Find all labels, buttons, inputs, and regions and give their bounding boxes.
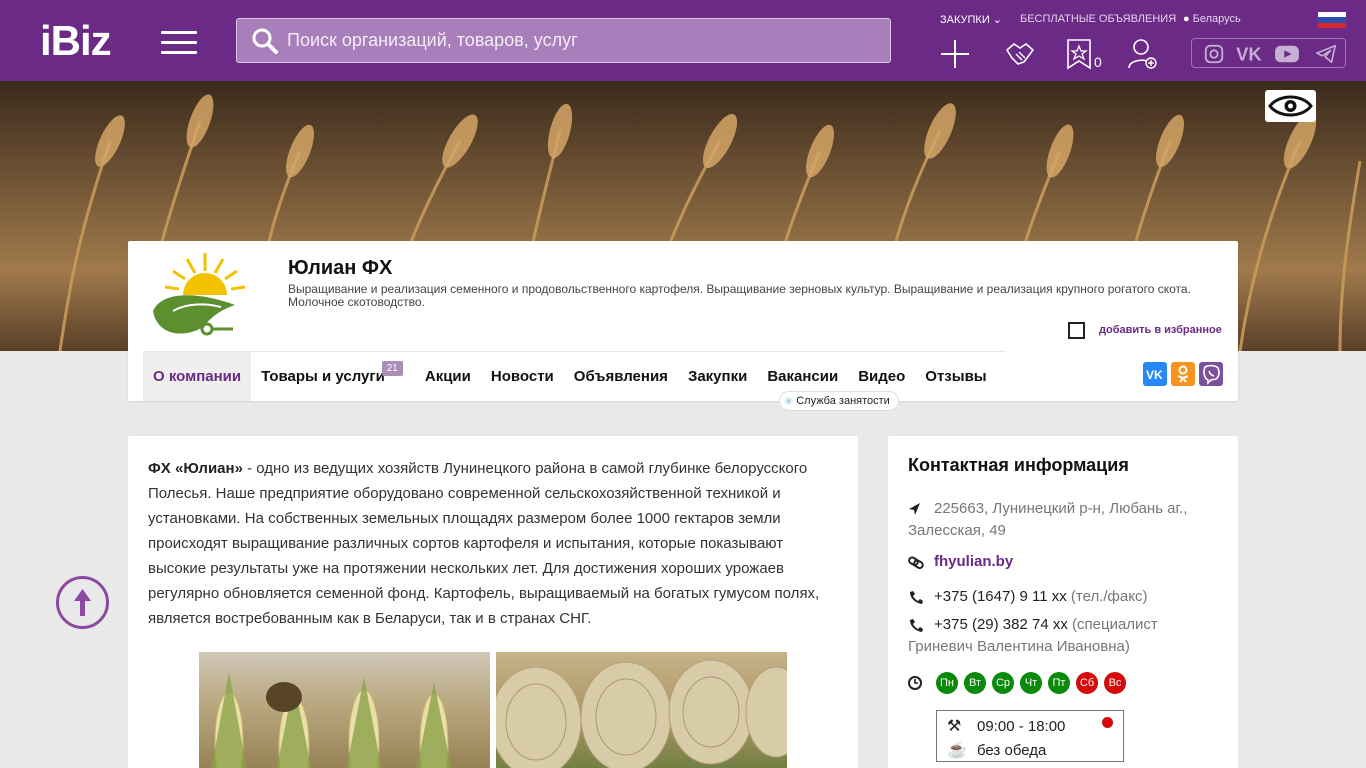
favorites-count: 0 [1094, 54, 1102, 70]
goods-count-badge: 21 [381, 361, 403, 376]
day-mon[interactable]: Пн [936, 672, 958, 694]
instagram-icon[interactable] [1202, 43, 1226, 65]
working-hours: 09:00 - 18:00 [977, 717, 1066, 735]
website-link[interactable]: fhyulian.by [934, 553, 1013, 570]
tab-ads[interactable]: Объявления [564, 352, 678, 401]
corn-photo[interactable] [199, 652, 490, 768]
company-description: Выращивание и реализация семенного и про… [288, 282, 1191, 309]
company-name: Юлиан ФХ [288, 257, 393, 279]
nav-purchases[interactable]: ЗАКУПКИ ⌄ [940, 13, 1002, 26]
about-text: ФХ «Юлиан» - одно из ведущих хозяйств Лу… [148, 460, 820, 627]
tab-promotions[interactable]: Акции [415, 352, 481, 401]
day-tue[interactable]: Вт [964, 672, 986, 694]
nav-free-ads[interactable]: БЕСПЛАТНЫЕ ОБЪЯВЛЕНИЯ [1020, 13, 1176, 25]
top-bar: iBiz ЗАКУПКИ ⌄ БЕСПЛАТНЫЕ ОБЪЯВЛЕНИЯ ●Бе… [0, 0, 1366, 81]
accessibility-eye-icon[interactable] [1265, 90, 1316, 122]
working-days: Пн Вт Ср Чт Пт Сб Вс [908, 672, 1132, 694]
site-logo[interactable]: iBiz [40, 18, 112, 64]
viber-share-icon[interactable] [1199, 362, 1223, 386]
search-icon[interactable] [251, 27, 279, 55]
about-section: ФХ «Юлиан» - одно из ведущих хозяйств Лу… [128, 436, 858, 768]
tab-purchases[interactable]: Закупки [678, 352, 757, 401]
about-company-name: ФХ «Юлиан» [148, 460, 243, 477]
status-closed-indicator [1102, 717, 1113, 728]
nav-region[interactable]: ● Беларусь [1183, 13, 1248, 25]
phone2-row: +375 (29) 382 74 xx (специалист Гриневич… [908, 614, 1218, 658]
youtube-icon[interactable] [1273, 43, 1301, 65]
phone1-row: +375 (1647) 9 11 xx (тел./факс) [908, 586, 1218, 608]
scroll-to-top-button[interactable] [56, 576, 109, 629]
contact-info-panel: Контактная информация 225663, Лунинецкий… [888, 436, 1238, 768]
add-to-favorites-label[interactable]: добавить в избранное [1099, 324, 1222, 336]
svg-text:VK: VK [1146, 368, 1163, 382]
phone1-number[interactable]: +375 (1647) 9 11 xx [934, 588, 1067, 605]
favorite-checkbox[interactable] [1068, 321, 1085, 339]
chevron-down-icon: ⌄ [992, 14, 1003, 26]
day-wed[interactable]: Ср [992, 672, 1014, 694]
clock-icon [908, 676, 922, 690]
schedule-popup: ⚒ 09:00 - 18:00 ☕ без обеда [936, 710, 1124, 762]
odnoklassniki-share-icon[interactable] [1171, 362, 1195, 386]
hay-bales-photo[interactable] [496, 652, 787, 768]
location-arrow-icon [909, 503, 920, 516]
add-user-icon[interactable] [1127, 38, 1159, 70]
employment-service-note[interactable]: ✳ Служба занятости [779, 391, 899, 411]
phone2-number[interactable]: +375 (29) 382 74 xx [934, 616, 1068, 633]
phone1-note: (тел./факс) [1070, 588, 1148, 605]
company-card: Юлиан ФХ Выращивание и реализация семенн… [128, 241, 1238, 411]
add-to-favorites[interactable]: добавить в избранное [1068, 321, 1222, 339]
vk-icon[interactable]: VK [1234, 43, 1264, 65]
menu-icon[interactable] [161, 31, 197, 54]
snowflake-icon: ✳ [784, 395, 794, 408]
search-input[interactable] [287, 19, 877, 62]
coffee-cup-icon: ☕ [947, 742, 967, 759]
favorites-star-icon[interactable] [1063, 38, 1095, 70]
lunch-break: без обеда [977, 741, 1047, 759]
phone-icon [910, 619, 923, 633]
telegram-icon[interactable] [1314, 43, 1338, 65]
russian-flag-icon[interactable] [1318, 12, 1346, 28]
handshake-icon[interactable] [1004, 38, 1036, 70]
search-box[interactable] [236, 18, 891, 63]
tab-goods-services[interactable]: Товары и услуги 21 [251, 352, 403, 401]
address-row: 225663, Лунинецкий р-н, Любань аг., Зале… [908, 498, 1218, 542]
address-text: 225663, Лунинецкий р-н, Любань аг., Зале… [908, 500, 1188, 539]
tools-icon: ⚒ [947, 718, 962, 735]
website-row: fhyulian.by [908, 551, 1218, 573]
social-links: VK [1191, 38, 1346, 68]
plus-icon[interactable] [939, 38, 971, 70]
company-logo [153, 253, 246, 336]
contact-info-title: Контактная информация [908, 455, 1129, 475]
day-sun[interactable]: Вс [1104, 672, 1126, 694]
day-sat[interactable]: Сб [1076, 672, 1098, 694]
arrow-up-icon [74, 589, 91, 616]
tab-news[interactable]: Новости [481, 352, 564, 401]
location-pin-icon: ● [1183, 13, 1190, 25]
vk-share-icon[interactable]: VK [1143, 362, 1167, 386]
svg-text:VK: VK [1236, 43, 1262, 64]
phone-icon [910, 591, 923, 605]
link-icon [908, 556, 924, 570]
tab-about[interactable]: О компании [143, 352, 252, 401]
day-fri[interactable]: Пт [1048, 672, 1070, 694]
tab-reviews[interactable]: Отзывы [915, 352, 996, 401]
day-thu[interactable]: Чт [1020, 672, 1042, 694]
